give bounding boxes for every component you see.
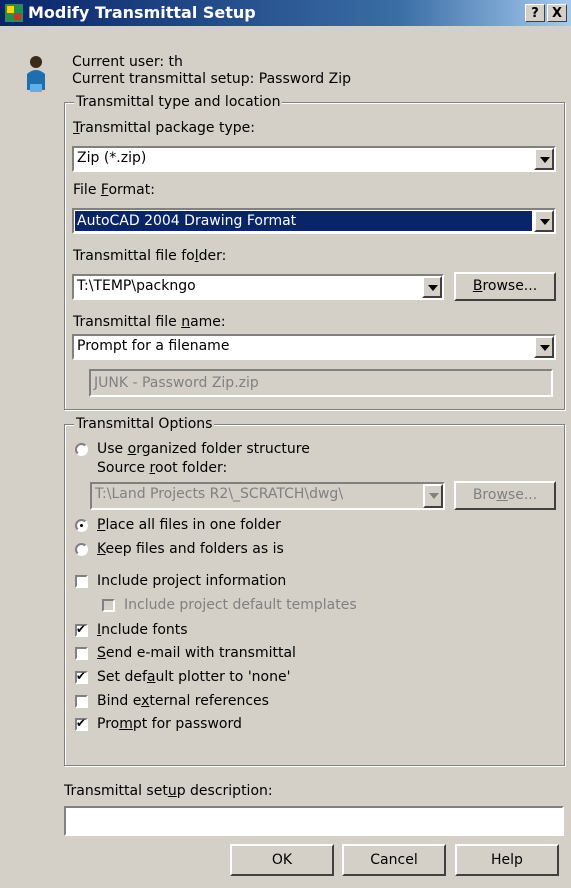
- check-fonts-label[interactable]: Include fonts: [97, 622, 188, 638]
- file-format-select[interactable]: AutoCAD 2004 Drawing Format: [72, 208, 556, 234]
- check-plotter-label[interactable]: Set default plotter to 'none': [97, 669, 290, 685]
- filename-select[interactable]: Prompt for a filename: [72, 334, 556, 360]
- app-icon: [5, 4, 23, 22]
- folder-browse-button[interactable]: Browse...: [454, 272, 556, 301]
- check-bind-xrefs[interactable]: [75, 695, 88, 708]
- package-type-value: Zip (*.zip): [77, 150, 147, 166]
- check-bind-xrefs-label[interactable]: Bind external references: [97, 693, 269, 709]
- folder-select[interactable]: T:\TEMP\packngo: [72, 274, 444, 300]
- check-prompt-password-label[interactable]: Prompt for password: [97, 716, 242, 732]
- filename-preview-text: JUNK - Password Zip.zip: [94, 375, 259, 391]
- source-root-label: Source root folder:: [97, 460, 228, 476]
- file-format-value: AutoCAD 2004 Drawing Format: [75, 211, 532, 231]
- chevron-down-icon[interactable]: [534, 336, 554, 358]
- window-title: Modify Transmittal Setup: [28, 3, 256, 22]
- source-root-select[interactable]: T:\Land Projects R2\_SCRATCH\dwg\: [90, 482, 445, 510]
- current-user-text: Current user: th: [72, 54, 183, 70]
- chevron-down-icon[interactable]: [534, 210, 554, 232]
- radio-one-folder[interactable]: [75, 519, 88, 532]
- radio-organized[interactable]: [75, 443, 88, 456]
- user-icon: [27, 56, 45, 92]
- check-plotter[interactable]: [75, 669, 88, 684]
- chevron-down-icon[interactable]: [422, 276, 442, 298]
- help-button[interactable]: Help: [455, 844, 559, 876]
- radio-keep[interactable]: [75, 543, 88, 556]
- description-input[interactable]: [64, 806, 564, 836]
- cancel-button[interactable]: Cancel: [342, 844, 446, 876]
- package-type-label-rest: ransmittal package type:: [79, 120, 255, 136]
- check-project-info-label[interactable]: Include project information: [97, 573, 286, 589]
- package-type-select[interactable]: Zip (*.zip): [72, 146, 556, 172]
- package-type-label: Transmittal package type:: [73, 120, 255, 136]
- source-root-value: T:\Land Projects R2\_SCRATCH\dwg\: [95, 486, 344, 502]
- source-browse-button[interactable]: Browse...: [454, 481, 556, 510]
- file-format-label: File Format:: [73, 182, 155, 198]
- ok-button[interactable]: OK: [230, 844, 334, 876]
- folder-label: Transmittal file folder:: [73, 248, 227, 264]
- check-project-templates-label[interactable]: Include project default templates: [124, 597, 357, 613]
- check-project-info[interactable]: [75, 575, 88, 588]
- close-button[interactable]: X: [547, 4, 567, 22]
- check-prompt-password[interactable]: [75, 716, 88, 731]
- chevron-down-icon[interactable]: [534, 148, 554, 170]
- folder-value: T:\TEMP\packngo: [77, 278, 196, 294]
- check-fonts[interactable]: [75, 622, 88, 637]
- check-email[interactable]: [75, 647, 88, 660]
- radio-organized-label[interactable]: Use organized folder structure: [97, 441, 310, 457]
- title-bar[interactable]: Modify Transmittal Setup ? X: [0, 0, 571, 26]
- check-email-label[interactable]: Send e-mail with transmittal: [97, 645, 296, 661]
- filename-label: Transmittal file name:: [73, 314, 226, 330]
- current-setup-text: Current transmittal setup: Password Zip: [72, 71, 351, 87]
- type-location-legend: Transmittal type and location: [74, 94, 283, 110]
- radio-keep-label[interactable]: Keep files and folders as is: [97, 541, 284, 557]
- filename-preview-field: JUNK - Password Zip.zip: [89, 369, 553, 397]
- help-title-button[interactable]: ?: [525, 4, 545, 22]
- filename-value: Prompt for a filename: [77, 338, 230, 354]
- check-project-templates[interactable]: [102, 599, 115, 612]
- chevron-down-icon[interactable]: [423, 484, 443, 508]
- description-label: Transmittal setup description:: [64, 783, 273, 799]
- radio-one-folder-label[interactable]: Place all files in one folder: [97, 517, 281, 533]
- options-legend: Transmittal Options: [74, 416, 215, 432]
